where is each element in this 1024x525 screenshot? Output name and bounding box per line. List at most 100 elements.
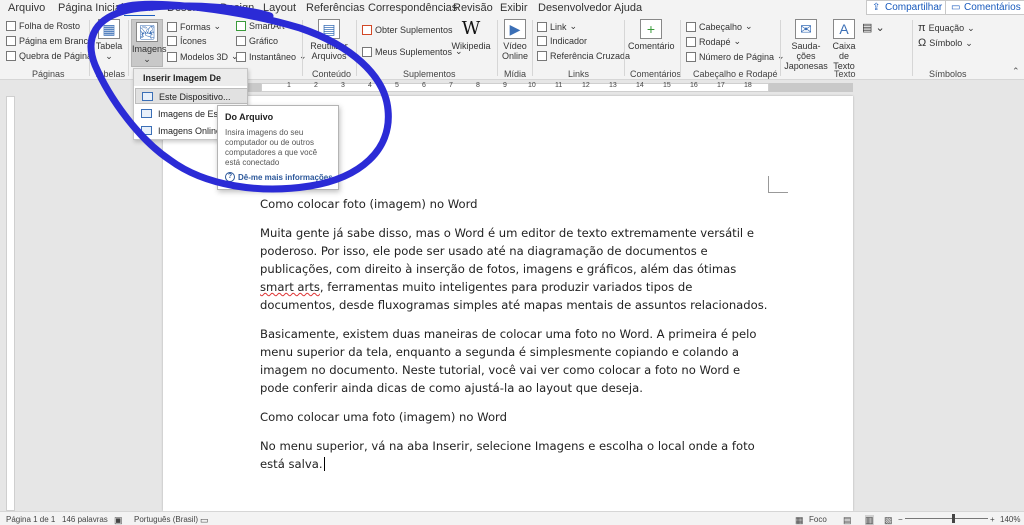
get-addins-button[interactable]: Obter Suplementos [362, 25, 453, 35]
tab-ajuda[interactable]: Ajuda [614, 2, 642, 14]
collapse-ribbon-icon[interactable]: ⌃ [1012, 66, 1020, 77]
equation-button[interactable]: π Equação ⌄ [918, 22, 975, 34]
icons-icon [167, 36, 177, 46]
menu-item-this-device[interactable]: Este Dispositivo... [135, 88, 248, 104]
wikipedia-button[interactable]: W Wikipedia [450, 19, 492, 52]
page-count[interactable]: Página 1 de 1 [6, 515, 55, 524]
smartart-button[interactable]: SmartArt [236, 21, 285, 31]
text-box-button[interactable]: A Caixa de Texto [828, 19, 860, 71]
ruler-number: 9 [503, 82, 507, 89]
ruler-number: 14 [636, 82, 644, 89]
3d-models-button[interactable]: Modelos 3D ⌄ [167, 51, 239, 62]
footer-label: Rodapé [699, 36, 731, 47]
tooltip-body: Insira imagens do seu computador ou de o… [225, 128, 318, 167]
tab-desenhar[interactable]: Desenhar [167, 2, 215, 14]
web-layout-icon[interactable]: ▧ [884, 515, 893, 525]
group-label-cabecalho-rodape: Cabeçalho e Rodapé [693, 69, 778, 79]
share-button[interactable]: ⇪ Compartilhar [866, 0, 949, 15]
cross-reference-button[interactable]: Referência Cruzada [537, 51, 630, 61]
japanese-greetings-button[interactable]: ✉ Sauda­ções Japonesas [784, 19, 828, 71]
group-label-links: Links [568, 69, 590, 79]
group-label-texto: Texto [834, 69, 856, 79]
group-label-paginas: Páginas [32, 69, 65, 79]
paragraph-3: No menu superior, vá na aba Inserir, sel… [260, 437, 770, 473]
new-comment-icon: + [640, 19, 662, 39]
paragraph-1-text-a: Muita gente já sabe disso, mas o Word é … [260, 226, 754, 276]
page-number-button[interactable]: Número de Página ⌄ [686, 51, 785, 62]
symbol-button[interactable]: Ω Símbolo ⌄ [918, 37, 973, 49]
text-cursor [323, 457, 325, 471]
tab-layout[interactable]: Layout [263, 2, 296, 14]
3d-model-icon [167, 51, 177, 62]
page-break-label: Quebra de Página [19, 51, 93, 61]
word-count[interactable]: 146 palavras [62, 515, 108, 524]
tab-arquivo[interactable]: Arquivo [8, 2, 45, 14]
tab-exibir[interactable]: Exibir [500, 2, 528, 14]
document-body[interactable]: Como colocar foto (imagem) no Word Muita… [260, 195, 770, 484]
zoom-slider-thumb[interactable] [952, 514, 955, 523]
read-mode-icon[interactable]: ▤ [843, 515, 852, 525]
online-video-label: Vídeo Online [501, 41, 528, 61]
comment-button[interactable]: + Comentário [628, 19, 675, 51]
focus-mode-button[interactable]: Foco [809, 515, 827, 524]
group-label-suplementos: Suplementos [403, 69, 456, 79]
ruler-number: 15 [663, 82, 671, 89]
focus-icon[interactable]: ▦ [795, 515, 804, 525]
blank-page-button[interactable]: Página em Branco [6, 36, 93, 46]
tab-desenvolvedor[interactable]: Desenvolvedor [538, 2, 611, 14]
proofing-icon[interactable]: ▣ [114, 515, 123, 525]
reuse-files-button[interactable]: ▤ Reutilizar Arquivos [306, 19, 352, 61]
link-button[interactable]: Link ⌄ [537, 21, 577, 32]
text-more-icons[interactable]: ▤ ⌄ [862, 21, 885, 34]
zoom-out-icon[interactable]: − [898, 515, 903, 524]
accessibility-icon[interactable]: ▭ [200, 515, 209, 525]
footer-icon [686, 36, 696, 47]
print-layout-icon[interactable]: ▥ [865, 515, 874, 525]
my-addins-button[interactable]: Meus Suplementos ⌄ [362, 46, 463, 57]
page-break-button[interactable]: Quebra de Página [6, 51, 92, 61]
tab-design[interactable]: Design [220, 2, 254, 14]
shapes-label: Formas [180, 21, 211, 32]
zoom-level[interactable]: 140% [1000, 515, 1020, 524]
group-separator [356, 20, 357, 76]
comments-button[interactable]: ▭ Comentários [945, 0, 1024, 15]
chart-button[interactable]: Gráfico [236, 36, 278, 46]
comments-label: Comentários [964, 2, 1021, 13]
online-video-button[interactable]: ▶ Vídeo Online [500, 19, 530, 61]
paragraph-2: Basicamente, existem duas maneiras de co… [260, 327, 757, 395]
table-button[interactable]: ▦ Tabela ⌄ [94, 19, 124, 61]
vertical-ruler[interactable] [6, 96, 15, 511]
footer-button[interactable]: Rodapé ⌄ [686, 36, 741, 47]
screenshot-button[interactable]: Instantâneo ⌄ [236, 51, 307, 62]
group-label-midia: Mídia [504, 69, 527, 79]
tab-pagina-inicial[interactable]: Página Inicial [58, 2, 123, 14]
page-break-icon [6, 51, 16, 61]
shapes-button[interactable]: Formas ⌄ [167, 21, 221, 32]
japanese-greetings-label: Sauda­ções Japonesas [784, 41, 828, 71]
header-label: Cabeçalho [699, 21, 743, 32]
comment-label: Comentário [628, 41, 675, 51]
tell-me-more-label: Dê-me mais informações [238, 172, 333, 182]
greetings-icon: ✉ [795, 19, 817, 39]
language-indicator[interactable]: Português (Brasil) [134, 515, 198, 524]
zoom-slider[interactable] [905, 518, 988, 519]
image-icon: 🏞 [136, 22, 158, 42]
bookmark-label: Indicador [550, 36, 588, 46]
screenshot-label: Instantâneo [249, 51, 297, 62]
share-icon: ⇪ [872, 2, 881, 13]
icons-button[interactable]: Ícones [167, 36, 207, 46]
tab-inserir[interactable]: Inserir [124, 2, 155, 17]
zoom-in-icon[interactable]: + [990, 515, 995, 524]
tell-me-more-link[interactable]: ? Dê-me mais informações [225, 172, 333, 182]
cover-page-button[interactable]: Folha de Rosto [6, 21, 80, 31]
spelling-error[interactable]: smart arts [260, 280, 320, 294]
heading-1: Como colocar foto (imagem) no Word [260, 197, 478, 211]
header-button[interactable]: Cabeçalho ⌄ [686, 21, 753, 32]
wikipedia-label: Wikipedia [451, 41, 491, 51]
bookmark-button[interactable]: Indicador [537, 36, 587, 46]
tab-revisao[interactable]: Revisão [453, 2, 493, 14]
tab-correspondencias[interactable]: Correspondências [368, 2, 457, 14]
online-images-icon [141, 126, 152, 135]
tab-referencias[interactable]: Referências [306, 2, 365, 14]
images-button[interactable]: 🏞 Imagens ⌄ [131, 19, 167, 67]
